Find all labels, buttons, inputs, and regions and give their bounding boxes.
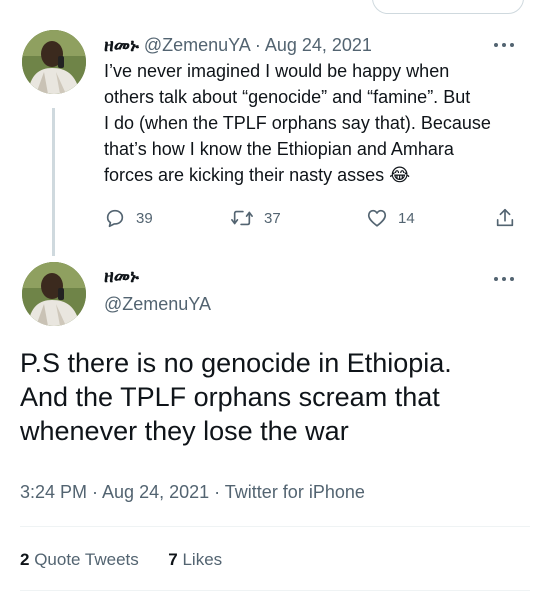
reply-icon — [106, 209, 124, 228]
reply-button[interactable]: 39 — [104, 206, 153, 230]
tweet-text-line: forces are kicking their nasty asses 😂 — [104, 165, 411, 185]
share-button[interactable] — [494, 206, 516, 230]
tweet-text-line: I do (when the TPLF orphans say that). B… — [104, 113, 491, 133]
handle[interactable]: @ZemenuYA — [144, 35, 250, 55]
tweet-header: ዘመኑ @ZemenuYA · Aug 24, 2021 — [104, 34, 372, 56]
reply-count: 39 — [136, 209, 153, 227]
divider — [20, 526, 530, 527]
thread-line — [52, 108, 55, 256]
quote-tweets-link[interactable]: 2 Quote Tweets — [20, 550, 139, 569]
more-icon[interactable] — [494, 42, 514, 48]
tweet-text: I’ve never imagined I would be happy whe… — [104, 58, 524, 188]
separator: · — [254, 35, 261, 55]
more-icon[interactable] — [494, 276, 514, 282]
tweet-timestamp[interactable]: 3:24 PM · Aug 24, 2021 · Twitter for iPh… — [20, 482, 365, 503]
tweet-text-line: whenever they lose the war — [20, 416, 349, 446]
avatar[interactable] — [22, 262, 86, 326]
tweet-text-line: I’ve never imagined I would be happy whe… — [104, 61, 450, 81]
retweet-icon — [231, 210, 253, 226]
laughing-emoji: 😂 — [389, 165, 411, 185]
like-count: 14 — [398, 209, 415, 227]
avatar[interactable] — [22, 30, 86, 94]
like-button[interactable]: 14 — [366, 206, 415, 230]
retweet-count: 37 — [264, 209, 281, 227]
tweet-text-line: P.S there is no genocide in Ethiopia. — [20, 348, 452, 378]
tweet-text-line: And the TPLF orphans scream that — [20, 382, 440, 412]
retweet-button[interactable]: 37 — [230, 206, 281, 230]
follow-button-partial[interactable] — [372, 0, 524, 14]
display-name[interactable]: ዘመኑ — [104, 266, 139, 287]
tweet-text-line: that’s how I know the Ethiopian and Amha… — [104, 139, 454, 159]
like-icon — [367, 209, 387, 227]
handle[interactable]: @ZemenuYA — [104, 294, 211, 315]
divider — [20, 590, 530, 591]
tweet-date[interactable]: Aug 24, 2021 — [265, 35, 372, 55]
tweet-text: P.S there is no genocide in Ethiopia. An… — [20, 346, 530, 448]
likes-link[interactable]: 7 Likes — [168, 550, 222, 569]
share-icon — [496, 208, 514, 227]
display-name[interactable]: ዘመኑ — [104, 35, 139, 55]
tweet-stats: 2 Quote Tweets 7 Likes — [20, 550, 222, 570]
tweet-text-line: others talk about “genocide” and “famine… — [104, 87, 471, 107]
